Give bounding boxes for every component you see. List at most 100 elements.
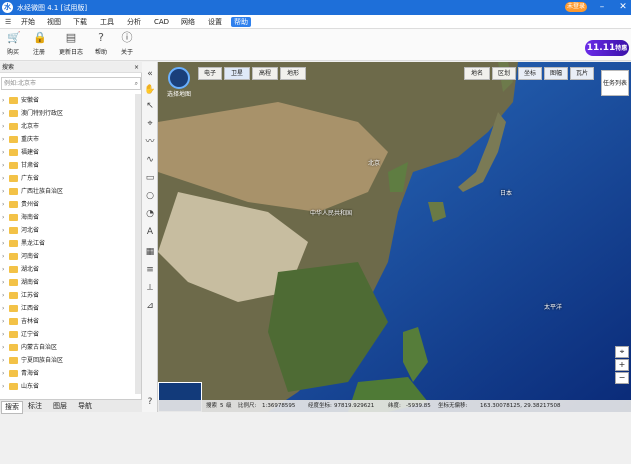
curve-icon[interactable]: ∿ (144, 154, 156, 166)
menu-help[interactable]: 帮助 (231, 17, 251, 27)
circle-icon[interactable]: ○ (144, 190, 156, 202)
tree-item[interactable]: › 北京市 (0, 120, 142, 133)
help-circle-icon[interactable]: ? (144, 396, 156, 408)
tree-item[interactable]: › 河南省 (0, 250, 142, 263)
tree-item[interactable]: › 江苏省 (0, 289, 142, 302)
map-view[interactable]: 选择地图 电子 卫星 高程 地形 地名 区划 坐标 图幅 瓦片 任务列表 北京 … (158, 62, 631, 412)
tree-item[interactable]: › 重庆市 (0, 133, 142, 146)
minimize-icon[interactable]: – (596, 1, 608, 13)
mode-elevation[interactable]: 高程 (252, 67, 278, 80)
grid-icon[interactable]: ▦ (144, 246, 156, 258)
layer-coordinate[interactable]: 坐标 (518, 67, 542, 80)
expand-icon[interactable]: › (2, 224, 4, 237)
scrollbar[interactable] (135, 94, 141, 394)
zoom-in-button[interactable]: + (615, 359, 629, 371)
tree-item[interactable]: › 贵州省 (0, 198, 142, 211)
expand-icon[interactable]: › (2, 94, 4, 107)
expand-icon[interactable]: › (2, 172, 4, 185)
promo-badge[interactable]: 11.11特惠 (585, 40, 629, 56)
tab-mark[interactable]: 标注 (25, 401, 45, 412)
tree-item[interactable]: › 福建省 (0, 146, 142, 159)
tree-item[interactable]: › 辽宁省 (0, 328, 142, 341)
search-icon[interactable]: ⌕ (135, 78, 138, 89)
login-button[interactable]: 未登录 (565, 2, 587, 12)
area-icon[interactable]: ⊿ (144, 300, 156, 312)
register-button[interactable]: 🔒 注册 (26, 32, 52, 60)
polyline-icon[interactable]: 〰 (144, 136, 156, 148)
text-icon[interactable]: A (144, 226, 156, 238)
collapse-icon[interactable]: « (144, 68, 156, 80)
locate-icon[interactable]: ⌖ (615, 346, 629, 358)
tree-item[interactable]: › 安徽省 (0, 94, 142, 107)
tree-item[interactable]: › 吉林省 (0, 315, 142, 328)
expand-icon[interactable]: › (2, 159, 4, 172)
menu-cad[interactable]: CAD (151, 17, 172, 27)
close-icon[interactable]: ✕ (617, 1, 629, 13)
tree-item[interactable]: › 甘肃省 (0, 159, 142, 172)
expand-icon[interactable]: › (2, 315, 4, 328)
tree-item[interactable]: › 青海省 (0, 367, 142, 380)
expand-icon[interactable]: › (2, 380, 4, 393)
expand-icon[interactable]: › (2, 146, 4, 159)
menu-view[interactable]: 视图 (44, 17, 64, 27)
menu-tools[interactable]: 工具 (97, 17, 117, 27)
mode-satellite[interactable]: 卫星 (224, 67, 250, 80)
tree-item[interactable]: › 河北省 (0, 224, 142, 237)
layer-icon[interactable]: ≡ (144, 264, 156, 276)
help-button[interactable]: ? 帮助 (88, 32, 114, 60)
expand-icon[interactable]: › (2, 120, 4, 133)
tree-item[interactable]: › 宁夏回族自治区 (0, 354, 142, 367)
menu-analysis[interactable]: 分析 (124, 17, 144, 27)
expand-icon[interactable]: › (2, 289, 4, 302)
pin-icon[interactable]: ⌖ (144, 118, 156, 130)
tab-nav[interactable]: 导航 (75, 401, 95, 412)
menu-toggle-icon[interactable]: ☰ (2, 17, 14, 27)
expand-icon[interactable]: › (2, 107, 4, 120)
tree-item[interactable]: › 澳门特别行政区 (0, 107, 142, 120)
tree-item[interactable]: › 黑龙江省 (0, 237, 142, 250)
layer-placename[interactable]: 地名 (464, 67, 490, 80)
expand-icon[interactable]: › (2, 237, 4, 250)
expand-icon[interactable]: › (2, 211, 4, 224)
tab-layer[interactable]: 图层 (50, 401, 70, 412)
layer-tile[interactable]: 瓦片 (570, 67, 594, 80)
sector-icon[interactable]: ◔ (144, 208, 156, 220)
changelog-button[interactable]: ▤ 更新日志 (58, 32, 84, 60)
tree-item[interactable]: › 湖北省 (0, 263, 142, 276)
tree-item[interactable]: › 湖南省 (0, 276, 142, 289)
expand-icon[interactable]: › (2, 133, 4, 146)
menu-download[interactable]: 下载 (70, 17, 90, 27)
expand-icon[interactable]: › (2, 276, 4, 289)
tree-item[interactable]: › 山东省 (0, 380, 142, 393)
expand-icon[interactable]: › (2, 328, 4, 341)
expand-icon[interactable]: › (2, 302, 4, 315)
rect-icon[interactable]: ▭ (144, 172, 156, 184)
expand-icon[interactable]: › (2, 341, 4, 354)
menu-start[interactable]: 开始 (18, 17, 38, 27)
tab-search[interactable]: 搜索 (1, 401, 23, 414)
zoom-out-button[interactable]: − (615, 372, 629, 384)
close-panel-icon[interactable]: × (134, 62, 139, 73)
about-button[interactable]: ⓘ 关于 (114, 32, 140, 60)
task-list-button[interactable]: 任务列表 (601, 70, 629, 96)
expand-icon[interactable]: › (2, 263, 4, 276)
select-icon[interactable]: ↖ (144, 100, 156, 112)
search-input[interactable]: 例如:北京市 ⌕ (1, 77, 141, 90)
tree-item[interactable]: › 广西壮族自治区 (0, 185, 142, 198)
measure-icon[interactable]: ⟂ (144, 282, 156, 294)
expand-icon[interactable]: › (2, 354, 4, 367)
tree-item[interactable]: › 江西省 (0, 302, 142, 315)
expand-icon[interactable]: › (2, 198, 4, 211)
expand-icon[interactable]: › (2, 250, 4, 263)
menu-network[interactable]: 网络 (178, 17, 198, 27)
expand-icon[interactable]: › (2, 367, 4, 380)
map-selector[interactable]: 选择地图 (165, 67, 193, 101)
tree-item[interactable]: › 广东省 (0, 172, 142, 185)
layer-division[interactable]: 区划 (492, 67, 516, 80)
expand-icon[interactable]: › (2, 185, 4, 198)
menu-settings[interactable]: 设置 (205, 17, 225, 27)
buy-button[interactable]: 🛒 购买 (0, 32, 26, 60)
tree-item[interactable]: › 内蒙古自治区 (0, 341, 142, 354)
pan-icon[interactable]: ✋ (144, 84, 156, 96)
mode-electronic[interactable]: 电子 (198, 67, 222, 80)
